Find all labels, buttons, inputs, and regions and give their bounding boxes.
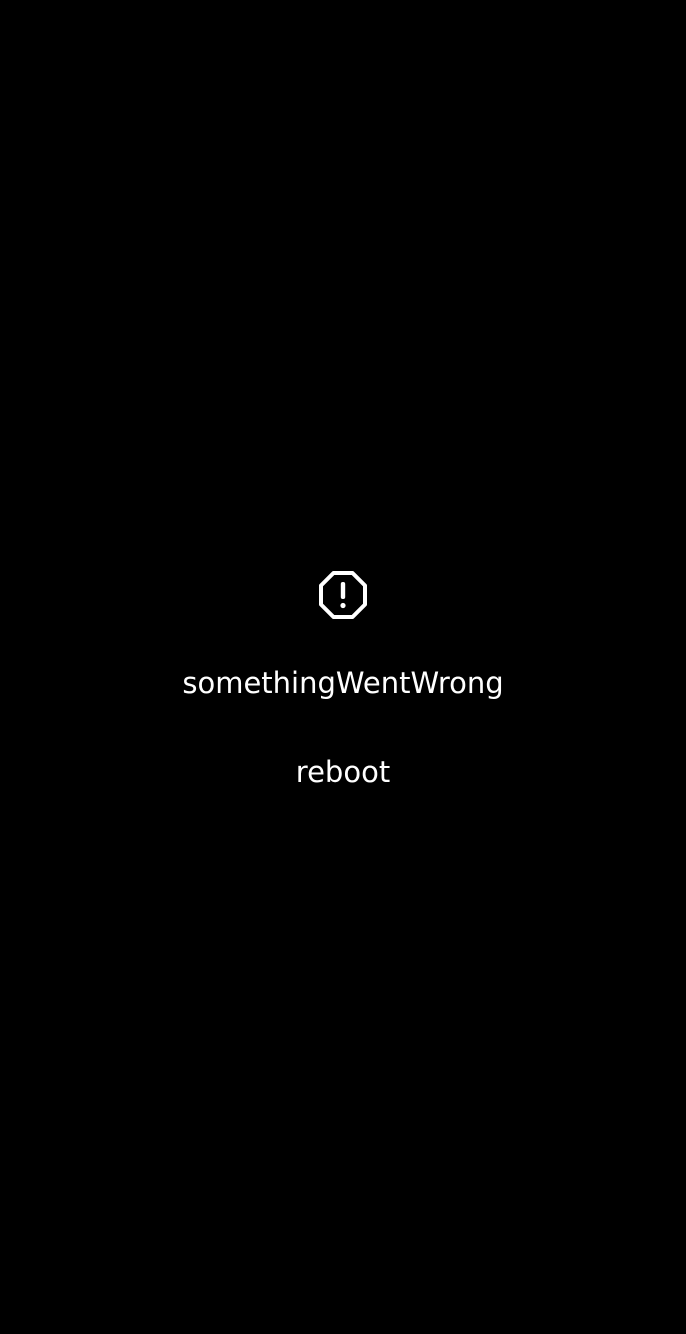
error-message: somethingWentWrong [182,666,504,700]
reboot-button[interactable]: reboot [263,744,423,800]
error-screen: somethingWentWrong reboot [0,0,686,1334]
alert-octagon-icon [318,570,368,620]
